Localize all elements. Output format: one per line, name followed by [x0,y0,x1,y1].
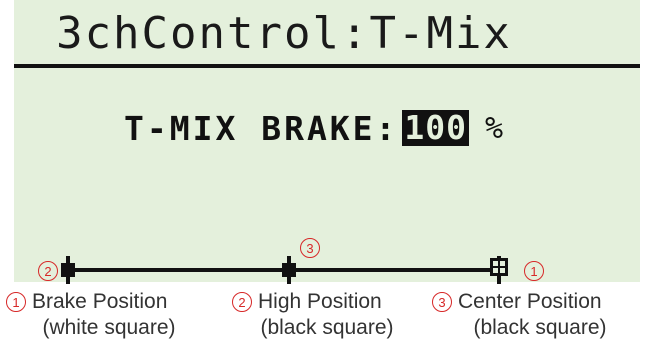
callout-2-icon: 2 [38,261,58,281]
callout-3-icon: 3 [300,238,320,258]
brake-value[interactable]: 100 [402,110,470,146]
brake-position-marker [490,258,508,276]
brake-setting-row: T-MIX BRAKE: 100 % [124,106,506,150]
legend-1-icon: 1 [6,292,26,312]
center-position-marker [282,263,296,277]
legend-2-icon: 2 [232,292,252,312]
legend-sublabel: (black square) [260,316,394,339]
screen-title: 3chControl:T-Mix [56,7,512,59]
legend-sublabel: (black square) [473,316,607,339]
legend-item-center: 3 Center Position (black square) [432,290,648,346]
legend-label: Center Position [458,290,602,313]
callout-1-icon: 1 [524,261,544,281]
legend-label: Brake Position [32,290,168,313]
legend-3-icon: 3 [432,292,452,312]
title-divider [14,64,640,68]
legend-item-high: 2 High Position (black square) [232,290,422,346]
lcd-screen: 3chControl:T-Mix T-MIX BRAKE: 100 % [14,0,640,282]
brake-unit: % [485,110,507,146]
legend-sublabel: (white square) [42,316,176,339]
legend-label: High Position [258,290,382,313]
brake-label: T-MIX BRAKE: [124,108,399,148]
legend-item-brake: 1 Brake Position (white square) [6,290,212,346]
high-position-marker [61,263,75,277]
